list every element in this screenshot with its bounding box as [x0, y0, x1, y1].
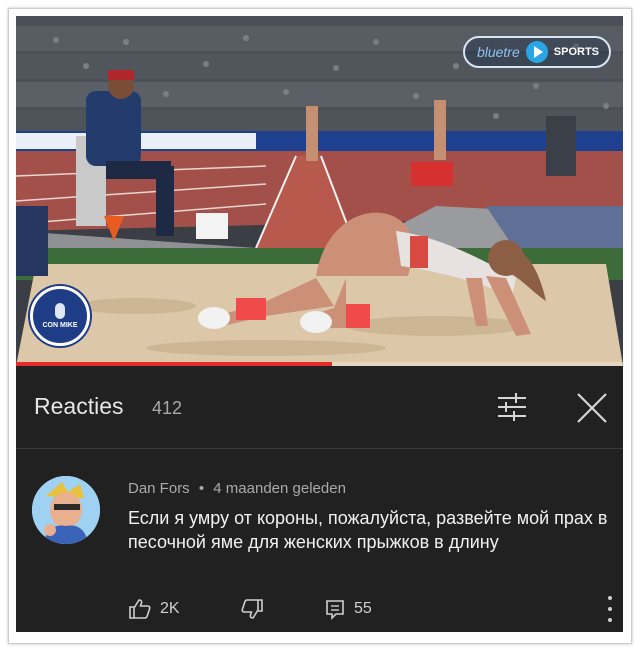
video-player[interactable]: bluetre SPORTS CON MIKE: [16, 16, 623, 366]
play-icon: [525, 41, 548, 63]
dislike-button[interactable]: [240, 598, 264, 620]
reply-button[interactable]: 55: [324, 598, 372, 620]
header-divider: [16, 448, 623, 449]
comments-count: 412: [152, 398, 183, 418]
reply-count: 55: [354, 600, 372, 617]
like-count: 2K: [160, 600, 180, 617]
microphone-icon: [55, 303, 65, 319]
avatar[interactable]: [32, 476, 100, 544]
more-vertical-icon: [608, 596, 612, 600]
channel-badge: CON MIKE: [30, 286, 90, 346]
watermark-left: bluetre: [476, 44, 520, 60]
reply-icon: [326, 600, 344, 620]
comments-panel: Reacties 412 Dan Fors • 4 maanden gelede…: [16, 366, 623, 632]
comment-actions: 2K 55: [128, 598, 618, 622]
comments-header: Reacties 412: [16, 366, 623, 446]
sliders-icon: [498, 393, 526, 421]
meta-separator: •: [198, 480, 205, 497]
close-button[interactable]: [574, 390, 610, 426]
sort-button[interactable]: [494, 390, 530, 424]
channel-badge-text: CON MIKE: [42, 322, 78, 329]
close-icon: [577, 393, 607, 423]
more-options-button[interactable]: [603, 596, 617, 622]
avatar-image: [32, 476, 100, 544]
comment-text: Если я умру от короны, пожалуйста, разве…: [128, 508, 608, 552]
comment-meta: Dan Fors • 4 maanden geleden: [128, 480, 351, 497]
comment-author[interactable]: Dan Fors: [128, 480, 190, 497]
thumbs-down-icon: [241, 599, 263, 619]
video-frame: [16, 16, 623, 366]
comments-title: Reacties: [34, 393, 124, 419]
comment-time[interactable]: 4 maanden geleden: [213, 480, 346, 497]
like-button[interactable]: 2K: [128, 598, 180, 620]
thumbs-up-icon: [129, 599, 151, 619]
watermark-logo: bluetre SPORTS: [462, 36, 611, 68]
watermark-right: SPORTS: [553, 46, 599, 58]
